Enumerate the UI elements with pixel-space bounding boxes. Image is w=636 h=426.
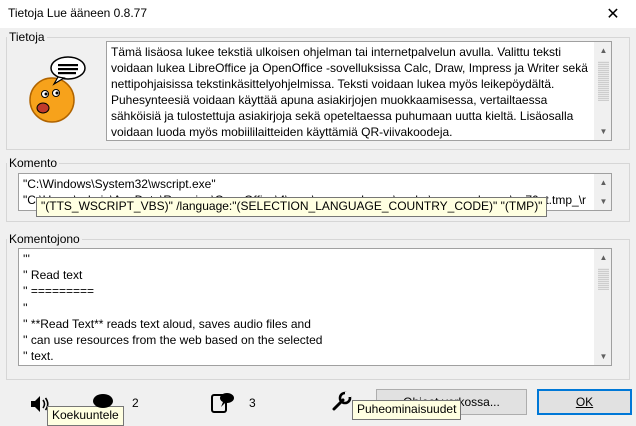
title-bar: Tietoja Lue ääneen 0.8.77 ✕ — [0, 0, 636, 28]
scroll-up-icon[interactable]: ▲ — [595, 174, 611, 191]
speech-bubbles-icon[interactable] — [210, 390, 236, 414]
speech-count: 2 — [132, 396, 139, 410]
command-string-legend: Komentojono — [9, 232, 80, 246]
command-tooltip: "(TTS_WSCRIPT_VBS)" /language:"(SELECTIO… — [36, 197, 548, 217]
scroll-down-icon[interactable]: ▼ — [595, 193, 611, 210]
scroll-up-icon[interactable]: ▲ — [595, 249, 611, 266]
window-title: Tietoja Lue ääneen 0.8.77 — [8, 6, 148, 20]
command-line-1: "C:\Windows\System32\wscript.exe" — [23, 177, 216, 191]
scroll-down-icon[interactable]: ▼ — [595, 348, 611, 365]
command-scrollbar[interactable]: ▲ ▼ — [594, 174, 611, 210]
command-string-scrollbar[interactable]: ▲ ▼ — [594, 249, 611, 365]
wrench-icon[interactable] — [330, 391, 352, 413]
scroll-down-icon[interactable]: ▼ — [595, 123, 611, 140]
close-icon[interactable]: ✕ — [590, 0, 636, 28]
about-scrollbar[interactable]: ▲ ▼ — [594, 42, 611, 140]
command-string-text: ''' '' Read text '' ========= '' '' **Re… — [23, 252, 323, 364]
ok-button-label: OK — [575, 395, 594, 409]
scroll-up-icon[interactable]: ▲ — [595, 42, 611, 59]
command-legend: Komento — [9, 156, 58, 170]
ok-button[interactable]: OK — [537, 389, 632, 415]
scroll-thumb[interactable] — [598, 268, 609, 290]
about-text: Tämä lisäosa lukee tekstiä ulkoisen ohje… — [111, 45, 588, 139]
speech-bubble-icon[interactable] — [92, 392, 114, 410]
speaking-face-icon — [29, 56, 86, 123]
command-string-box[interactable]: ''' '' Read text '' ========= '' '' **Re… — [18, 248, 612, 366]
properties-tooltip: Puheominaisuudet — [352, 400, 462, 420]
bubbles-count: 3 — [249, 396, 256, 410]
about-legend: Tietoja — [9, 30, 45, 44]
scroll-thumb[interactable] — [598, 61, 609, 101]
about-text-box[interactable]: Tämä lisäosa lukee tekstiä ulkoisen ohje… — [106, 41, 612, 141]
